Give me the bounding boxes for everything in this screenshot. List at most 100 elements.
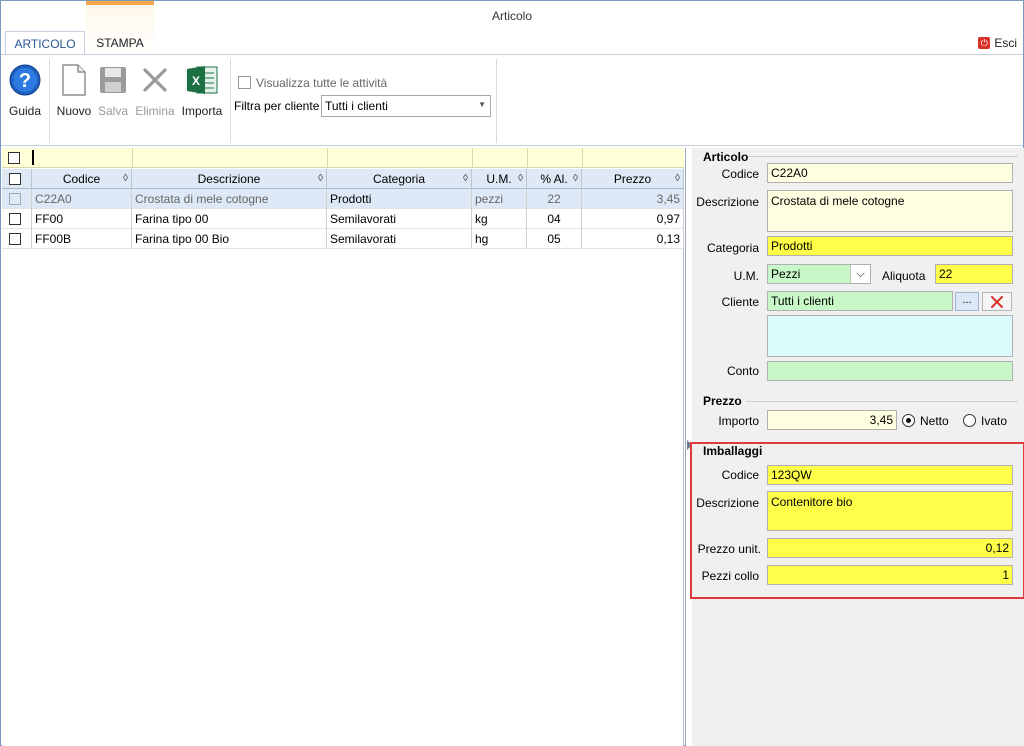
cell-descrizione: Farina tipo 00 Bio	[132, 229, 327, 249]
importa-label: Importa	[181, 104, 223, 118]
aliquota-field[interactable]: 22	[935, 264, 1013, 284]
nuovo-label: Nuovo	[56, 104, 92, 118]
cell-aliquota: 05	[527, 229, 582, 249]
sort-icon: ◊	[463, 173, 468, 184]
sort-icon: ◊	[123, 173, 128, 184]
esci-button[interactable]: ⏻ Esci	[978, 36, 1017, 50]
importo-field[interactable]: 3,45	[767, 410, 897, 430]
select-all-column[interactable]	[2, 169, 32, 189]
sort-icon: ◊	[518, 173, 523, 184]
nuovo-button[interactable]: Nuovo	[53, 63, 95, 118]
importa-button[interactable]: X Importa	[179, 63, 225, 118]
elimina-button[interactable]: Elimina	[133, 63, 177, 118]
column-header-um[interactable]: U.M. ◊	[472, 169, 527, 189]
column-header-label: Categoria	[372, 172, 426, 186]
sort-icon: ◊	[573, 173, 578, 184]
cell-prezzo: 3,45	[582, 189, 684, 209]
cell-codice: FF00B	[32, 229, 132, 249]
column-header-descrizione[interactable]: Descrizione ◊	[132, 169, 327, 189]
column-header-label: Prezzo	[613, 172, 652, 186]
title-bar: Articolo	[1, 1, 1023, 31]
new-document-icon	[62, 64, 86, 96]
show-all-checkbox[interactable]	[238, 76, 251, 89]
tab-articolo[interactable]: ARTICOLO	[5, 31, 85, 55]
importo-label: Importo	[718, 414, 759, 428]
chevron-down-icon: ▼	[478, 100, 486, 109]
categoria-field[interactable]: Prodotti	[767, 236, 1013, 256]
table-row[interactable]: FF00 Farina tipo 00 Semilavorati kg 04 0…	[2, 209, 684, 229]
select-all-checkbox[interactable]	[9, 173, 21, 185]
help-icon: ?	[9, 64, 41, 96]
cell-um: hg	[472, 229, 527, 249]
cliente-field[interactable]: Tutti i clienti	[767, 291, 953, 311]
column-header-prezzo[interactable]: Prezzo ◊	[582, 169, 684, 189]
ribbon-separator	[496, 59, 497, 143]
clear-x-icon	[991, 296, 1003, 308]
conto-label: Conto	[726, 364, 759, 378]
codice-label: Codice	[721, 167, 759, 181]
show-all-label: Visualizza tutte le attività	[256, 76, 388, 90]
column-header-label: Descrizione	[197, 172, 261, 186]
netto-radio[interactable]	[902, 414, 915, 427]
filter-cursor	[32, 150, 34, 165]
row-checkbox[interactable]	[9, 233, 21, 245]
cliente-detail-area[interactable]	[767, 315, 1013, 357]
ribbon-separator	[49, 59, 50, 143]
ivato-radio[interactable]	[963, 414, 976, 427]
row-checkbox[interactable]	[9, 193, 21, 205]
table-row[interactable]: C22A0 Crostata di mele cotogne Prodotti …	[2, 189, 684, 209]
cell-descrizione: Crostata di mele cotogne	[132, 189, 327, 209]
column-header-label: U.M.	[486, 172, 512, 186]
svg-text:?: ?	[19, 70, 31, 92]
esci-label: Esci	[994, 36, 1017, 50]
tab-stampa[interactable]: STAMPA	[86, 31, 154, 55]
prezzo-group-title: Prezzo	[703, 394, 742, 408]
categoria-label: Categoria	[706, 241, 759, 255]
column-header-codice[interactable]: Codice ◊	[32, 169, 132, 189]
cliente-label: Cliente	[721, 295, 759, 309]
guida-button[interactable]: ? Guida	[5, 63, 45, 118]
articolo-group-title: Articolo	[703, 150, 749, 164]
row-checkbox[interactable]	[9, 213, 21, 225]
power-icon: ⏻	[978, 37, 991, 49]
cell-aliquota: 22	[527, 189, 582, 209]
cliente-browse-button[interactable]: ...	[955, 292, 979, 311]
salva-button[interactable]: Salva	[95, 63, 131, 118]
sort-icon: ◊	[675, 173, 680, 184]
excel-icon: X	[187, 66, 218, 94]
grid-filter-row	[2, 148, 684, 168]
ribbon-separator	[230, 59, 231, 143]
ribbon-toolbar: ? Guida Nuovo Salva Elimina X Importa Vi…	[1, 54, 1023, 146]
um-label: U.M.	[733, 269, 759, 283]
cell-aliquota: 04	[527, 209, 582, 229]
cell-um: pezzi	[472, 189, 527, 209]
descrizione-label: Descrizione	[696, 195, 759, 209]
guida-label: Guida	[8, 104, 42, 118]
conto-field[interactable]	[767, 361, 1013, 381]
column-header-categoria[interactable]: Categoria ◊	[327, 169, 472, 189]
cliente-clear-button[interactable]	[982, 292, 1012, 311]
column-header-label: % Al.	[540, 172, 568, 186]
client-filter-select[interactable]: Tutti i clienti ▼	[321, 95, 491, 117]
filter-label: Filtra per cliente	[234, 99, 320, 113]
column-header-aliquota[interactable]: % Al. ◊	[527, 169, 582, 189]
sort-icon: ◊	[318, 173, 323, 184]
imballaggi-highlight-box	[690, 442, 1024, 599]
application-window: Articolo ARTICOLO STAMPA ⏻ Esci ? Guida …	[0, 0, 1024, 746]
filter-checkbox[interactable]	[8, 152, 20, 164]
cell-codice: C22A0	[32, 189, 132, 209]
codice-field[interactable]: C22A0	[767, 163, 1013, 183]
cell-descrizione: Farina tipo 00	[132, 209, 327, 229]
netto-label: Netto	[920, 414, 949, 428]
cell-categoria: Prodotti	[327, 189, 472, 209]
cell-categoria: Semilavorati	[327, 229, 472, 249]
descrizione-field[interactable]: Crostata di mele cotogne	[767, 190, 1013, 232]
window-title: Articolo	[491, 9, 532, 23]
chevron-down-icon[interactable]: ⌵	[850, 265, 870, 283]
client-filter-value: Tutti i clienti	[325, 99, 388, 113]
cell-prezzo: 0,97	[582, 209, 684, 229]
table-row[interactable]: FF00B Farina tipo 00 Bio Semilavorati hg…	[2, 229, 684, 249]
ivato-label: Ivato	[981, 414, 1008, 428]
um-select[interactable]: Pezzi ⌵	[767, 264, 871, 284]
articles-grid: Codice ◊ Descrizione ◊ Categoria ◊ U.M. ◊ % …	[2, 148, 684, 746]
